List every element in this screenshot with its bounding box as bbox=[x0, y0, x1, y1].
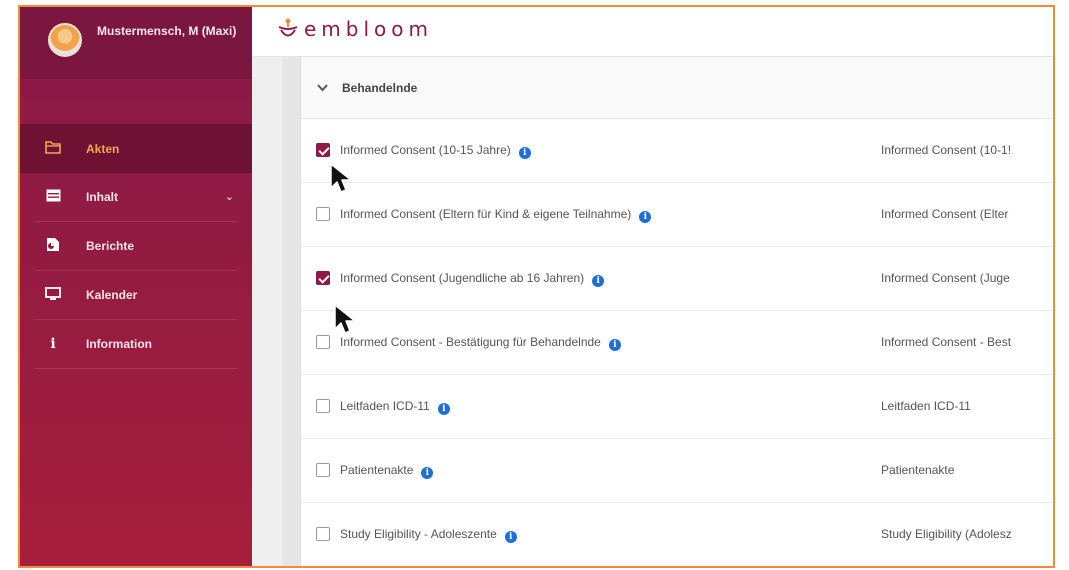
user-name: Mustermensch, M (Maxi) bbox=[97, 24, 237, 38]
row-checkbox[interactable] bbox=[316, 207, 330, 221]
document-panel: Behandelnde Informed Consent (10-15 Jahr… bbox=[300, 57, 1053, 566]
row-checkbox[interactable] bbox=[316, 271, 330, 285]
sidebar-item-label: Kalender bbox=[86, 288, 138, 302]
row-checkbox[interactable] bbox=[316, 463, 330, 477]
sidebar-item-berichte[interactable]: Berichte bbox=[34, 222, 238, 271]
row-secondary-label: Informed Consent - Best bbox=[881, 335, 1012, 349]
sidebar-item-inhalt[interactable]: Inhalt ⌄ bbox=[34, 173, 238, 222]
table-icon bbox=[42, 189, 64, 205]
info-icon[interactable]: i bbox=[592, 275, 605, 287]
folder-icon bbox=[42, 140, 64, 157]
user-profile[interactable]: Mustermensch, M (Maxi) bbox=[20, 7, 252, 79]
row-label: Informed Consent - Bestätigung für Behan… bbox=[340, 335, 601, 349]
row-checkbox[interactable] bbox=[316, 527, 330, 541]
row-checkbox[interactable] bbox=[316, 335, 330, 349]
mouse-pointer-icon bbox=[334, 304, 356, 334]
info-icon[interactable]: i bbox=[504, 531, 517, 543]
content-gutter bbox=[282, 57, 300, 566]
app-frame: Mustermensch, M (Maxi) Akten Inhalt ⌄ Be… bbox=[18, 5, 1055, 568]
table-row: Leitfaden ICD-11 i Leitfaden ICD-11 bbox=[301, 375, 1053, 439]
sidebar-item-information[interactable]: i Information bbox=[34, 320, 238, 369]
avatar[interactable] bbox=[48, 23, 82, 57]
info-letter-icon: i bbox=[50, 336, 56, 352]
sidebar-item-label: Berichte bbox=[86, 239, 135, 253]
embloom-logo-icon bbox=[276, 17, 300, 41]
section-header[interactable]: Behandelnde bbox=[301, 57, 1053, 119]
table-row: Informed Consent (10-15 Jahre) i Informed… bbox=[301, 119, 1053, 183]
brand-name: embloom bbox=[304, 17, 433, 41]
chevron-down-icon[interactable] bbox=[317, 81, 328, 95]
row-secondary-label: Study Eligibility (Adolesz bbox=[881, 527, 1012, 541]
info-icon[interactable]: i bbox=[421, 467, 434, 479]
row-secondary-label: Informed Consent (10-1! bbox=[881, 143, 1012, 157]
table-row: Informed Consent (Eltern für Kind & eige… bbox=[301, 183, 1053, 247]
row-label: Leitfaden ICD-11 bbox=[340, 399, 430, 413]
info-icon[interactable]: i bbox=[437, 403, 450, 415]
sidebar: Mustermensch, M (Maxi) Akten Inhalt ⌄ Be… bbox=[20, 7, 252, 566]
table-row: Study Eligibility - Adoleszente i Study E… bbox=[301, 503, 1053, 566]
row-secondary-label: Patientenakte bbox=[881, 463, 955, 477]
table-row: Informed Consent - Bestätigung für Behan… bbox=[301, 311, 1053, 375]
info-icon[interactable]: i bbox=[639, 211, 652, 223]
sidebar-item-kalender[interactable]: Kalender bbox=[34, 271, 238, 320]
top-bar: embloom bbox=[252, 7, 1053, 57]
sidebar-item-label: Akten bbox=[86, 141, 120, 156]
brand-logo[interactable]: embloom bbox=[276, 17, 433, 41]
info-icon[interactable]: i bbox=[608, 339, 621, 351]
monitor-icon bbox=[42, 286, 64, 304]
report-icon bbox=[42, 237, 64, 255]
row-label: Informed Consent (10-15 Jahre) bbox=[340, 143, 511, 157]
row-label: Study Eligibility - Adoleszente bbox=[340, 527, 497, 541]
row-label: Patientenakte bbox=[340, 463, 414, 477]
mouse-pointer-icon bbox=[330, 163, 352, 193]
section-title: Behandelnde bbox=[342, 80, 418, 95]
table-row: Patientenakte i Patientenakte bbox=[301, 439, 1053, 503]
chevron-down-icon[interactable]: ⌄ bbox=[225, 190, 234, 203]
sidebar-item-akten[interactable]: Akten bbox=[20, 124, 252, 173]
row-secondary-label: Leitfaden ICD-11 bbox=[881, 399, 971, 413]
row-secondary-label: Informed Consent (Elter bbox=[881, 207, 1009, 221]
sidebar-item-label: Inhalt bbox=[86, 190, 118, 204]
row-label: Informed Consent (Eltern für Kind & eige… bbox=[340, 207, 632, 221]
sidebar-item-label: Information bbox=[86, 337, 152, 351]
row-checkbox[interactable] bbox=[316, 143, 330, 157]
table-row: Informed Consent (Jugendliche ab 16 Jahr… bbox=[301, 247, 1053, 311]
row-label: Informed Consent (Jugendliche ab 16 Jahr… bbox=[340, 271, 585, 285]
info-icon[interactable]: i bbox=[518, 147, 531, 159]
main-content: embloom Behandelnde Informed Consent (10… bbox=[252, 7, 1053, 566]
sidebar-nav: Akten Inhalt ⌄ Berichte Kalender i Infor… bbox=[20, 124, 252, 369]
row-secondary-label: Informed Consent (Juge bbox=[881, 271, 1010, 285]
row-checkbox[interactable] bbox=[316, 399, 330, 413]
